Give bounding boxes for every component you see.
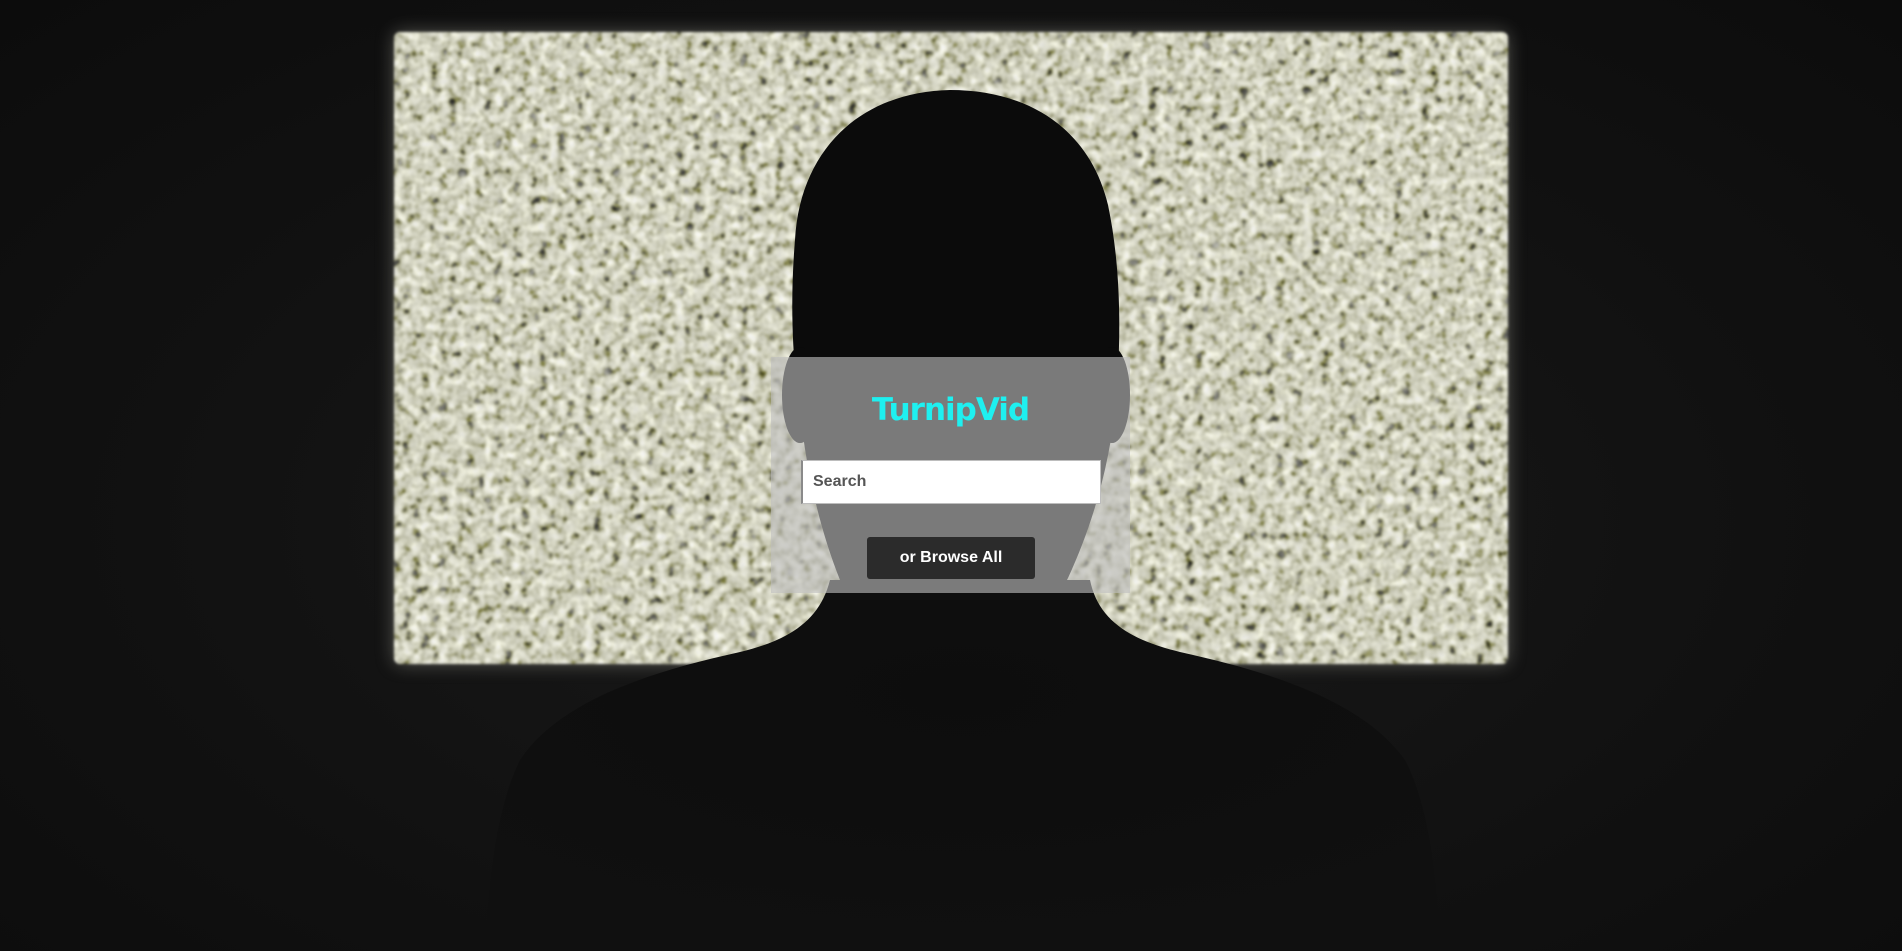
search-input[interactable] [801, 460, 1101, 504]
brand-logo[interactable]: TurnipVid [771, 395, 1130, 426]
hero-background: TurnipVid or Browse All [0, 0, 1902, 951]
browse-all-button[interactable]: or Browse All [867, 537, 1035, 579]
search-panel: TurnipVid or Browse All [771, 357, 1130, 593]
